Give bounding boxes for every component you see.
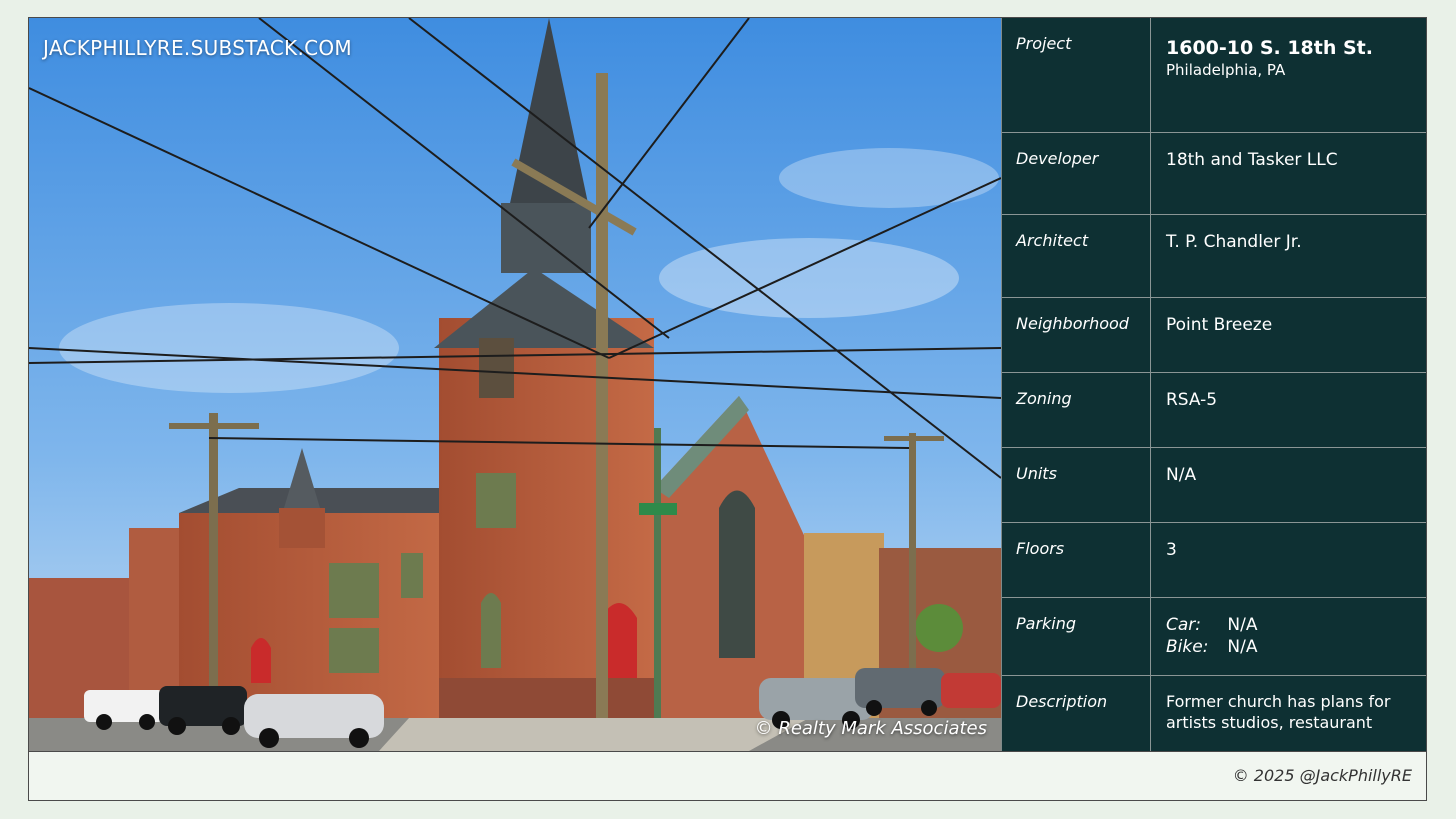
row-neighborhood: Neighborhood Point Breeze: [1002, 298, 1426, 373]
parking-label: Parking: [1016, 614, 1077, 633]
parking-bike-key: Bike:: [1166, 637, 1209, 658]
project-address: 1600-10 S. 18th St.: [1166, 37, 1373, 59]
row-description: Description Former church has plans for …: [1002, 676, 1426, 751]
row-zoning: Zoning RSA-5: [1002, 373, 1426, 448]
row-divider: [1150, 676, 1151, 751]
row-divider: [1150, 523, 1151, 597]
parking-value: Car: N/A Bike: N/A: [1166, 614, 1414, 658]
project-value: 1600-10 S. 18th St. Philadelphia, PA: [1166, 36, 1414, 80]
church-illustration: [29, 18, 1001, 751]
row-units: Units N/A: [1002, 448, 1426, 523]
description-value: Former church has plans for artists stud…: [1166, 692, 1391, 732]
parking-car-key: Car:: [1166, 615, 1202, 635]
row-divider: [1150, 298, 1151, 372]
parking-car-value: N/A: [1227, 615, 1258, 635]
units-value: N/A: [1166, 465, 1197, 485]
row-developer: Developer 18th and Tasker LLC: [1002, 133, 1426, 215]
zoning-label: Zoning: [1016, 389, 1072, 408]
floors-label: Floors: [1016, 539, 1065, 558]
floors-value: 3: [1166, 540, 1177, 560]
row-divider: [1150, 18, 1151, 132]
developer-label: Developer: [1016, 149, 1099, 168]
neighborhood-label: Neighborhood: [1016, 314, 1129, 333]
description-label: Description: [1016, 692, 1108, 711]
row-divider: [1150, 215, 1151, 297]
substack-watermark: JACKPHILLYRE.SUBSTACK.COM: [43, 36, 352, 60]
zoning-value: RSA-5: [1166, 390, 1218, 410]
developer-value: 18th and Tasker LLC: [1166, 150, 1338, 170]
footer: © 2025 @JackPhillyRE: [29, 751, 1426, 800]
row-architect: Architect T. P. Chandler Jr.: [1002, 215, 1426, 298]
church-photo: JACKPHILLYRE.SUBSTACK.COM © Realty Mark …: [29, 18, 1001, 751]
units-label: Units: [1016, 464, 1057, 483]
row-divider: [1150, 133, 1151, 214]
neighborhood-value: Point Breeze: [1166, 315, 1273, 335]
row-parking: Parking Car: N/A Bike: N/A: [1002, 598, 1426, 676]
row-project: Project 1600-10 S. 18th St. Philadelphia…: [1002, 18, 1426, 133]
row-divider: [1150, 448, 1151, 522]
architect-label: Architect: [1016, 231, 1089, 250]
project-city: Philadelphia, PA: [1166, 60, 1286, 79]
architect-value: T. P. Chandler Jr.: [1166, 232, 1302, 252]
parking-car-line: Car: N/A: [1166, 614, 1414, 636]
row-divider: [1150, 598, 1151, 675]
project-label: Project: [1016, 34, 1072, 53]
photo-credit: © Realty Mark Associates: [754, 718, 987, 739]
row-floors: Floors 3: [1002, 523, 1426, 598]
project-info-panel: Project 1600-10 S. 18th St. Philadelphia…: [1001, 18, 1426, 751]
row-divider: [1150, 373, 1151, 447]
parking-bike-line: Bike: N/A: [1166, 636, 1414, 658]
footer-credit: © 2025 @JackPhillyRE: [1232, 766, 1412, 785]
project-card: JACKPHILLYRE.SUBSTACK.COM © Realty Mark …: [28, 17, 1427, 801]
parking-bike-value: N/A: [1227, 637, 1258, 658]
